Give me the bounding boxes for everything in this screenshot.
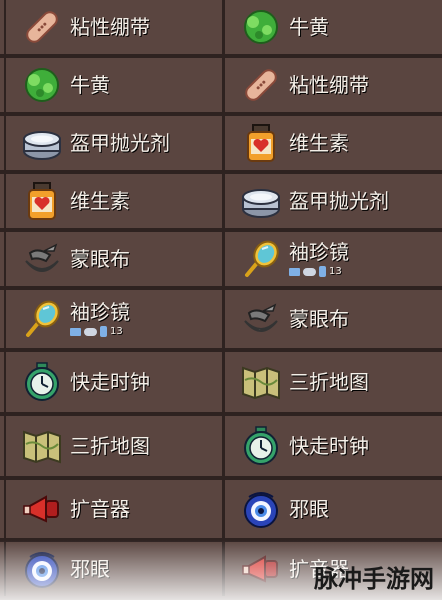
item-name: 粘性绷带 <box>70 15 150 39</box>
vitamins-icon <box>20 179 64 223</box>
item-name: 盔甲抛光剂 <box>70 131 170 155</box>
item-name: 盔甲抛光剂 <box>289 189 389 213</box>
platform-badges: 13 <box>70 326 130 337</box>
item-name: 扩音器 <box>70 497 130 521</box>
watermark: 脉冲手游网 <box>314 565 434 593</box>
item-cell[interactable]: 维生素 <box>4 174 222 228</box>
trifold-map-icon <box>20 424 64 468</box>
item-cell[interactable]: 蒙眼布 <box>222 290 442 348</box>
item-name: 蒙眼布 <box>70 247 130 271</box>
item-name: 邪眼 <box>70 557 110 581</box>
bezoar-icon <box>239 5 283 49</box>
item-name: 快走时钟 <box>289 434 369 458</box>
gamepad-icon <box>303 267 316 276</box>
item-name: 牛黄 <box>70 73 110 97</box>
trifold-map-icon <box>239 360 283 404</box>
item-cell[interactable]: 牛黄 <box>222 0 442 54</box>
armor-polish-icon <box>239 179 283 223</box>
evil-eye-icon <box>239 487 283 531</box>
vitamins-icon <box>239 121 283 165</box>
pocket-mirror-icon <box>239 237 283 281</box>
table-row: 扩音器 邪眼 <box>0 480 442 542</box>
item-cell[interactable]: 牛黄 <box>4 58 222 112</box>
item-cell[interactable]: 盔甲抛光剂 <box>222 174 442 228</box>
evil-eye-icon <box>20 547 64 591</box>
item-name: 三折地图 <box>289 370 369 394</box>
item-table: 粘性绷带 牛黄 牛黄 粘性绷带 盔甲抛光剂 维生素 维生素 盔甲抛光剂 蒙眼布 … <box>0 0 442 600</box>
item-cell[interactable]: 蒙眼布 <box>4 232 222 286</box>
pc-icon <box>70 327 81 336</box>
item-name: 粘性绷带 <box>289 73 369 97</box>
item-name: 牛黄 <box>289 15 329 39</box>
item-cell[interactable]: 粘性绷带 <box>4 0 222 54</box>
item-name: 维生素 <box>70 189 130 213</box>
item-cell[interactable]: 邪眼 <box>4 542 222 596</box>
pocket-mirror-icon <box>20 297 64 341</box>
item-cell[interactable]: 粘性绷带 <box>222 58 442 112</box>
item-cell[interactable]: 快走时钟 <box>222 416 442 476</box>
item-cell[interactable]: 扩音器 <box>4 480 222 538</box>
item-name: 袖珍镜 <box>70 300 130 324</box>
table-row: 蒙眼布 袖珍镜 13 <box>0 232 442 290</box>
item-cell[interactable]: 邪眼 <box>222 480 442 538</box>
mobile-icon <box>319 266 326 277</box>
megaphone-icon <box>20 487 64 531</box>
pc-icon <box>289 267 300 276</box>
blindfold-icon <box>239 297 283 341</box>
item-name: 蒙眼布 <box>289 307 349 331</box>
table-row: 粘性绷带 牛黄 <box>0 0 442 58</box>
platform-count: 13 <box>110 326 123 337</box>
fast-clock-icon <box>20 360 64 404</box>
item-name: 袖珍镜 <box>289 240 349 264</box>
armor-polish-icon <box>20 121 64 165</box>
table-row: 盔甲抛光剂 维生素 <box>0 116 442 174</box>
megaphone-icon <box>239 547 283 591</box>
item-name: 邪眼 <box>289 497 329 521</box>
table-row: 维生素 盔甲抛光剂 <box>0 174 442 232</box>
item-cell[interactable]: 三折地图 <box>4 416 222 476</box>
item-cell[interactable]: 三折地图 <box>222 352 442 412</box>
table-row: 三折地图 快走时钟 <box>0 416 442 480</box>
gamepad-icon <box>84 327 97 336</box>
bezoar-icon <box>20 63 64 107</box>
item-name: 快走时钟 <box>70 370 150 394</box>
item-cell[interactable]: 盔甲抛光剂 <box>4 116 222 170</box>
blindfold-icon <box>20 237 64 281</box>
item-cell[interactable]: 袖珍镜 13 <box>222 232 442 286</box>
table-row: 袖珍镜 13 蒙眼布 <box>0 290 442 352</box>
item-cell[interactable]: 快走时钟 <box>4 352 222 412</box>
item-cell[interactable]: 袖珍镜 13 <box>4 290 222 348</box>
platform-count: 13 <box>329 266 342 277</box>
bandage-icon <box>20 5 64 49</box>
table-row: 快走时钟 三折地图 <box>0 352 442 416</box>
fast-clock-icon <box>239 424 283 468</box>
mobile-icon <box>100 326 107 337</box>
item-name: 维生素 <box>289 131 349 155</box>
table-row: 牛黄 粘性绷带 <box>0 58 442 116</box>
platform-badges: 13 <box>289 266 349 277</box>
item-cell[interactable]: 维生素 <box>222 116 442 170</box>
item-name: 三折地图 <box>70 434 150 458</box>
bandage-icon <box>239 63 283 107</box>
